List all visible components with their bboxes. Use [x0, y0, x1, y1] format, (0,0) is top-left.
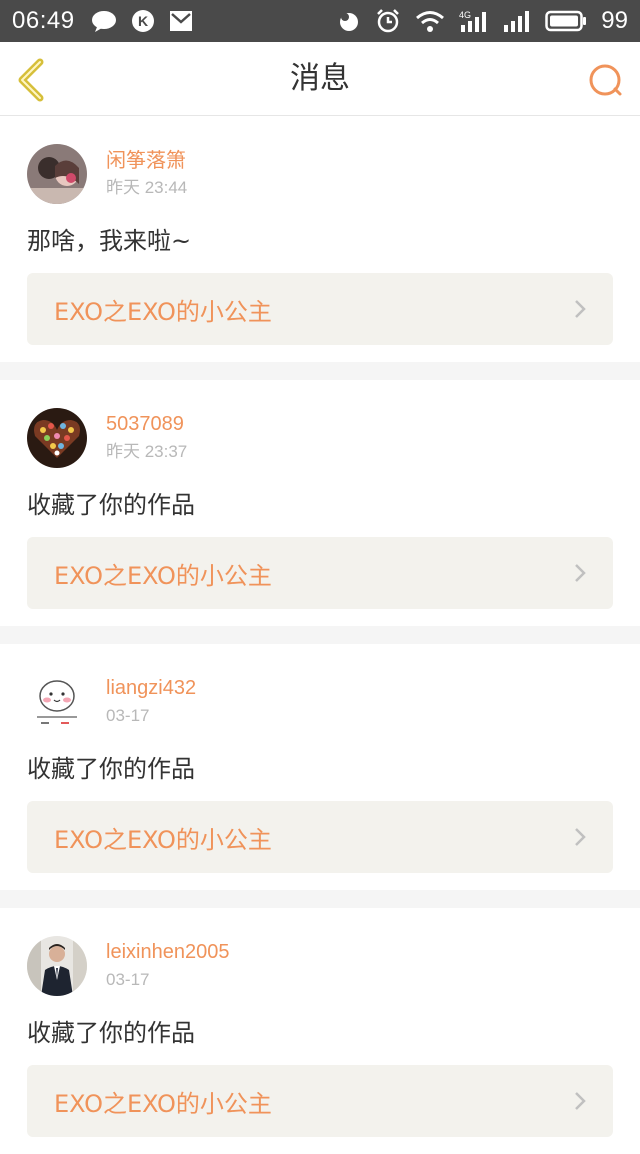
app-notification-icon — [340, 13, 359, 31]
work-link[interactable]: EXO之EXO的小公主 — [27, 801, 613, 873]
page-title: 消息 — [290, 61, 350, 96]
message-text: 收藏了你的作品 — [27, 755, 195, 783]
k-app-icon: K — [131, 10, 154, 32]
message-card: 闲筝落箫 昨天 23:44 那啥，我来啦~ EXO之EXO的小公主 — [0, 116, 640, 362]
status-bar: 06:49 K 4G 99 — [0, 0, 640, 42]
user-avatar[interactable] — [27, 408, 87, 468]
search-icon[interactable] — [586, 61, 626, 101]
username[interactable]: 5037089 — [106, 411, 187, 437]
work-link[interactable]: EXO之EXO的小公主 — [27, 1065, 613, 1137]
top-nav-bar: 消息 — [0, 42, 640, 116]
battery-level: 99 — [601, 7, 628, 34]
username[interactable]: liangzi432 — [106, 675, 196, 701]
user-avatar[interactable] — [27, 672, 87, 732]
signal-4g-icon: 4G — [459, 10, 487, 32]
battery-icon — [545, 10, 587, 32]
status-time: 06:49 — [12, 7, 75, 34]
user-avatar[interactable] — [27, 144, 87, 204]
work-link[interactable]: EXO之EXO的小公主 — [27, 273, 613, 345]
message-time: 昨天 23:37 — [106, 442, 188, 461]
card-divider — [0, 626, 640, 644]
message-time: 昨天 23:44 — [106, 178, 188, 197]
message-card: liangzi432 03-17 收藏了你的作品 EXO之EXO的小公主 — [0, 644, 640, 890]
work-link[interactable]: EXO之EXO的小公主 — [27, 537, 613, 609]
message-text: 那啥，我来啦~ — [27, 227, 192, 255]
card-divider — [0, 362, 640, 380]
message-card: 5037089 昨天 23:37 收藏了你的作品 EXO之EXO的小公主 — [0, 380, 640, 626]
work-title: EXO之EXO的小公主 — [54, 1089, 272, 1118]
message-text: 收藏了你的作品 — [27, 1019, 195, 1047]
message-time: 03-17 — [106, 706, 150, 725]
chevron-right-icon — [575, 1092, 586, 1110]
username[interactable]: leixinhen2005 — [106, 939, 229, 965]
user-avatar[interactable] — [27, 936, 87, 996]
signal-strength-icon — [504, 11, 530, 32]
svg-text:4G: 4G — [459, 10, 471, 20]
username[interactable]: 闲筝落箫 — [106, 147, 187, 173]
svg-text:K: K — [138, 13, 148, 29]
chevron-right-icon — [575, 564, 586, 582]
wifi-icon — [416, 11, 445, 32]
message-card: leixinhen2005 03-17 收藏了你的作品 EXO之EXO的小公主 — [0, 908, 640, 1154]
chat-bubble-icon — [91, 11, 116, 32]
message-text: 收藏了你的作品 — [27, 491, 195, 519]
mail-icon — [169, 11, 192, 31]
work-title: EXO之EXO的小公主 — [54, 825, 272, 854]
work-title: EXO之EXO的小公主 — [54, 561, 272, 590]
alarm-clock-icon — [377, 9, 400, 33]
card-divider — [0, 890, 640, 908]
message-time: 03-17 — [106, 970, 150, 989]
work-title: EXO之EXO的小公主 — [54, 297, 272, 326]
chevron-right-icon — [575, 828, 586, 846]
chevron-right-icon — [575, 300, 586, 318]
